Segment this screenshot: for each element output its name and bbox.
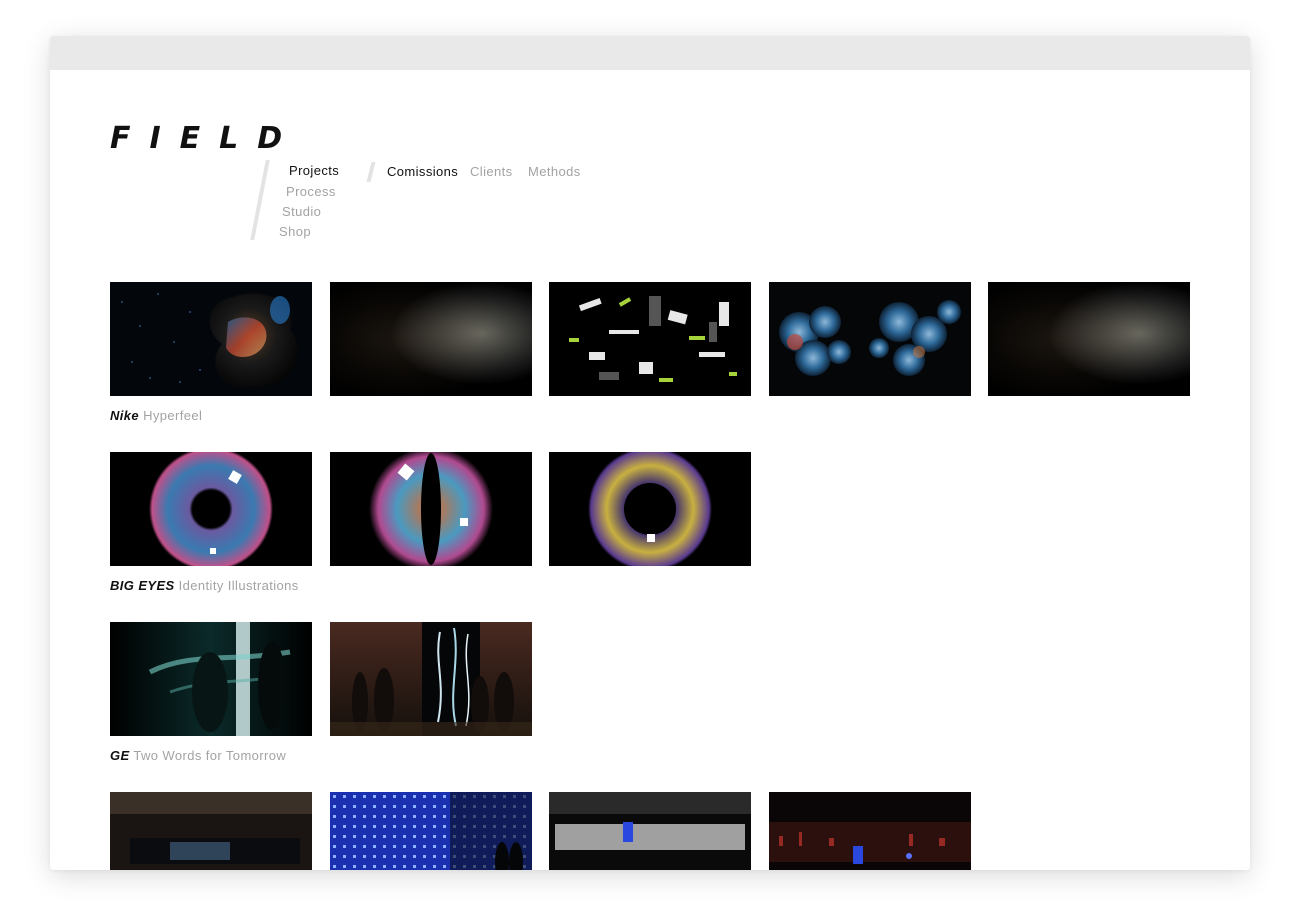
- project-thumbnail[interactable]: [769, 792, 971, 870]
- project-caption[interactable]: BIG EYES Identity Illustrations: [110, 578, 299, 594]
- nav-shop[interactable]: Shop: [279, 224, 311, 240]
- nav-divider-slash: [250, 160, 270, 240]
- project-client: BIG EYES: [110, 578, 175, 593]
- field-logo[interactable]: FIELD: [110, 124, 301, 154]
- window-titlebar: [50, 36, 1250, 70]
- project-thumbnail[interactable]: [330, 622, 532, 736]
- project-title: Hyperfeel: [143, 408, 203, 423]
- project-thumbnail[interactable]: [110, 452, 312, 566]
- project-thumbnail[interactable]: [330, 792, 532, 870]
- subnav-divider-slash: [366, 162, 376, 182]
- nav-process[interactable]: Process: [286, 184, 336, 200]
- project-thumbnail[interactable]: [330, 452, 532, 566]
- project-thumbnail[interactable]: [110, 282, 312, 396]
- project-caption[interactable]: GE Two Words for Tomorrow: [110, 748, 286, 764]
- project-thumbnail[interactable]: [549, 792, 751, 870]
- browser-window: FIELD Projects Process Studio Shop Comis…: [50, 36, 1250, 870]
- project-thumbnail[interactable]: [110, 622, 312, 736]
- project-client: GE: [110, 748, 130, 763]
- project-title: Two Words for Tomorrow: [133, 748, 287, 763]
- project-thumbnail[interactable]: [110, 792, 312, 870]
- subnav-clients[interactable]: Clients: [470, 164, 513, 180]
- nav-studio[interactable]: Studio: [282, 204, 321, 220]
- project-thumbnail[interactable]: [330, 282, 532, 396]
- subnav-methods[interactable]: Methods: [528, 164, 581, 180]
- nav-projects[interactable]: Projects: [289, 163, 339, 179]
- project-client: Nike: [110, 408, 140, 423]
- project-title: Identity Illustrations: [178, 578, 299, 593]
- project-thumbnail[interactable]: [549, 452, 751, 566]
- project-caption[interactable]: Nike Hyperfeel: [110, 408, 202, 424]
- subnav-comissions[interactable]: Comissions: [387, 164, 458, 180]
- project-thumbnail[interactable]: [549, 282, 751, 396]
- project-thumbnail[interactable]: [769, 282, 971, 396]
- project-thumbnail[interactable]: [988, 282, 1190, 396]
